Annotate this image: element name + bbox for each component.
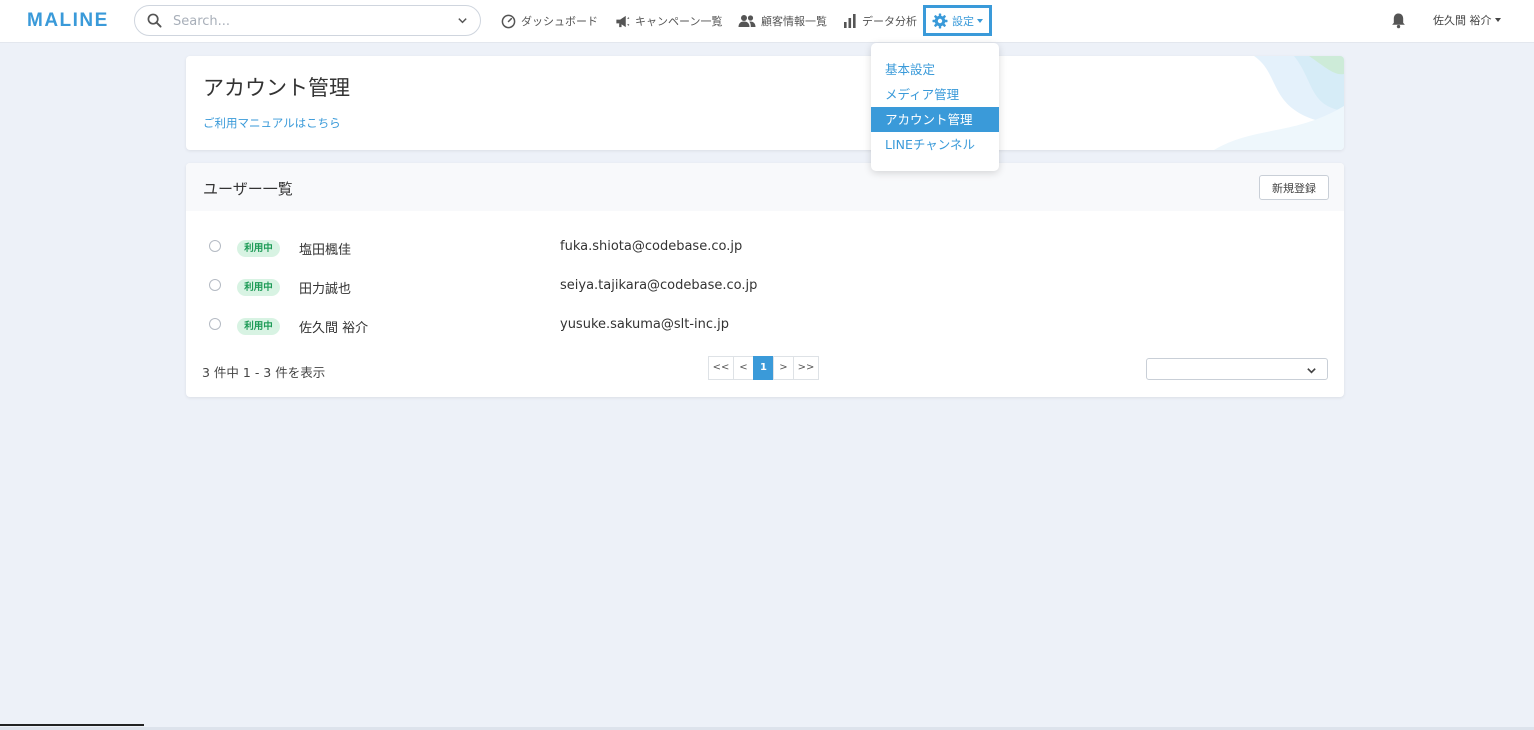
top-navbar: MALINE ダッシュボード キャンペーン一覧 [0,0,1534,43]
bell-icon[interactable] [1391,12,1406,29]
pagination-last[interactable]: >> [793,356,819,380]
status-badge: 利用中 [237,240,280,257]
app-logo[interactable]: MALINE [27,10,109,32]
pagination-count-text: 3 件中 1 - 3 件を表示 [202,365,326,380]
decorative-wave [1214,56,1344,150]
chevron-down-icon[interactable] [457,15,468,26]
bar-chart-icon [844,14,856,28]
pagination-next[interactable]: > [773,356,794,380]
caret-down-icon [977,18,983,23]
user-name-cell: 田力誠也 [299,282,352,297]
per-page-select[interactable] [1146,358,1328,380]
user-name-cell: 佐久間 裕介 [299,321,369,336]
nav-dashboard[interactable]: ダッシュボード [501,12,598,30]
table-row[interactable]: 利用中 佐久間 裕介 yusuke.sakuma@slt-inc.jp [186,311,1344,341]
pagination: << < 1 > >> [708,356,819,380]
search-box[interactable] [134,5,481,36]
nav-analytics[interactable]: データ分析 [843,12,917,30]
caret-down-icon [1494,18,1501,22]
nav-customers-label: 顧客情報一覧 [761,15,827,28]
users-card-header: ユーザー一覧 新規登録 [186,163,1344,211]
chevron-down-icon [1307,368,1316,374]
users-list-card: ユーザー一覧 新規登録 利用中 塩田楓佳 fuka.shiota@codebas… [186,163,1344,397]
search-input[interactable] [173,11,443,31]
menu-item-line-channel[interactable]: LINEチャンネル [871,132,999,157]
user-name-cell: 塩田楓佳 [299,243,352,258]
user-menu[interactable]: 佐久間 裕介 [1433,12,1501,28]
nav-settings[interactable]: 設定 [923,5,992,36]
menu-item-account-management[interactable]: アカウント管理 [871,107,999,132]
table-row[interactable]: 利用中 塩田楓佳 fuka.shiota@codebase.co.jp [186,233,1344,263]
user-email-cell: yusuke.sakuma@slt-inc.jp [560,317,730,332]
nav-settings-label: 設定 [952,14,974,28]
gear-icon [932,13,948,28]
status-badge: 利用中 [237,279,280,296]
search-icon [147,13,162,28]
new-registration-button[interactable]: 新規登録 [1259,175,1329,200]
menu-item-basic-settings[interactable]: 基本設定 [871,57,999,82]
user-name: 佐久間 裕介 [1433,14,1492,27]
nav-analytics-label: データ分析 [862,15,917,28]
people-icon [738,15,756,27]
row-select-radio[interactable] [209,240,221,252]
pagination-prev[interactable]: < [733,356,754,380]
nav-campaigns-label: キャンペーン一覧 [635,15,723,28]
pagination-page-current[interactable]: 1 [753,356,774,380]
speedometer-icon [501,14,516,28]
nav-campaigns[interactable]: キャンペーン一覧 [614,12,722,30]
row-select-radio[interactable] [209,318,221,330]
users-list-title: ユーザー一覧 [203,180,293,198]
page-header-card: アカウント管理 ご利用マニュアルはこちら [186,56,1344,150]
table-row[interactable]: 利用中 田力誠也 seiya.tajikara@codebase.co.jp [186,272,1344,302]
settings-dropdown-menu: 基本設定 メディア管理 アカウント管理 LINEチャンネル [871,43,999,171]
nav-dashboard-label: ダッシュボード [521,15,598,28]
menu-item-media-management[interactable]: メディア管理 [871,82,999,107]
user-email-cell: seiya.tajikara@codebase.co.jp [560,278,758,293]
user-email-cell: fuka.shiota@codebase.co.jp [560,239,743,254]
manual-link[interactable]: ご利用マニュアルはこちら [203,115,341,131]
page-title: アカウント管理 [203,76,350,100]
pagination-first[interactable]: << [708,356,734,380]
nav-customers[interactable]: 顧客情報一覧 [738,12,827,30]
megaphone-icon [616,15,630,27]
row-select-radio[interactable] [209,279,221,291]
horizontal-scrollbar-thumb[interactable] [0,724,144,726]
status-badge: 利用中 [237,318,280,335]
